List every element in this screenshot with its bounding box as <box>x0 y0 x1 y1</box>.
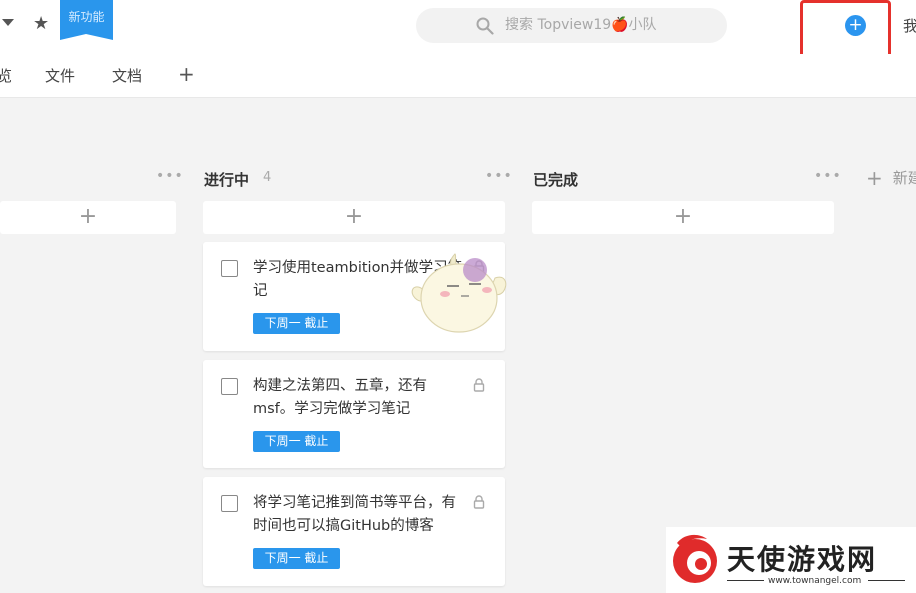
watermark-url: www.townangel.com <box>768 576 862 586</box>
due-date-tag[interactable]: 下周一 截止 <box>253 548 340 569</box>
search-icon <box>476 17 494 35</box>
column-count: 4 <box>263 170 272 185</box>
me-menu[interactable]: 我 <box>903 15 916 36</box>
task-card[interactable]: 构建之法第四、五章，还有msf。学习完做学习笔记 下周一 截止 <box>203 360 505 468</box>
task-title: 构建之法第四、五章，还有msf。学习完做学习笔记 <box>253 378 427 417</box>
tab-files[interactable]: 文件 <box>45 65 75 86</box>
watermark-rule <box>868 580 905 581</box>
add-task-button[interactable]: + <box>532 201 834 234</box>
column-title-done: 已完成 <box>533 171 579 189</box>
watermark-logo <box>673 534 717 583</box>
task-checkbox[interactable] <box>221 495 238 512</box>
column-title-in-progress: 进行中 <box>204 171 250 189</box>
task-title: 将学习笔记推到简书等平台，有时间也可以搞GitHub的博客 <box>253 495 456 534</box>
add-task-button[interactable]: + <box>203 201 505 234</box>
new-column-button[interactable]: + 新建 <box>866 166 916 190</box>
mascot-sticker <box>411 253 507 333</box>
chevron-down-icon[interactable] <box>2 19 14 26</box>
watermark-rule <box>727 580 764 581</box>
add-task-button[interactable]: + <box>0 201 176 234</box>
add-tab-icon[interactable]: + <box>178 62 195 86</box>
star-icon[interactable]: ★ <box>33 14 49 34</box>
lock-icon <box>473 378 485 392</box>
task-checkbox[interactable] <box>221 260 238 277</box>
plus-icon: + <box>866 166 883 190</box>
task-card[interactable]: 将学习笔记推到简书等平台，有时间也可以搞GitHub的博客 下周一 截止 <box>203 477 505 586</box>
new-column-label: 新建 <box>892 169 916 187</box>
column-menu-icon[interactable]: ••• <box>485 168 513 184</box>
new-feature-ribbon[interactable]: 新功能 <box>60 0 113 40</box>
column-menu-icon[interactable]: ••• <box>814 168 842 184</box>
task-checkbox[interactable] <box>221 378 238 395</box>
tab-overview[interactable]: 览 <box>0 65 12 86</box>
search-placeholder: 搜索 Topview19🍎小队 <box>505 17 657 33</box>
search-bar[interactable]: 搜索 Topview19🍎小队 <box>416 8 727 43</box>
due-date-tag[interactable]: 下周一 截止 <box>253 431 340 452</box>
watermark-brand: 天使游戏网 <box>727 543 878 576</box>
tab-documents[interactable]: 文档 <box>112 65 142 86</box>
column-menu-icon[interactable]: ••• <box>156 168 184 184</box>
due-date-tag[interactable]: 下周一 截止 <box>253 313 340 334</box>
lock-icon <box>473 495 485 509</box>
